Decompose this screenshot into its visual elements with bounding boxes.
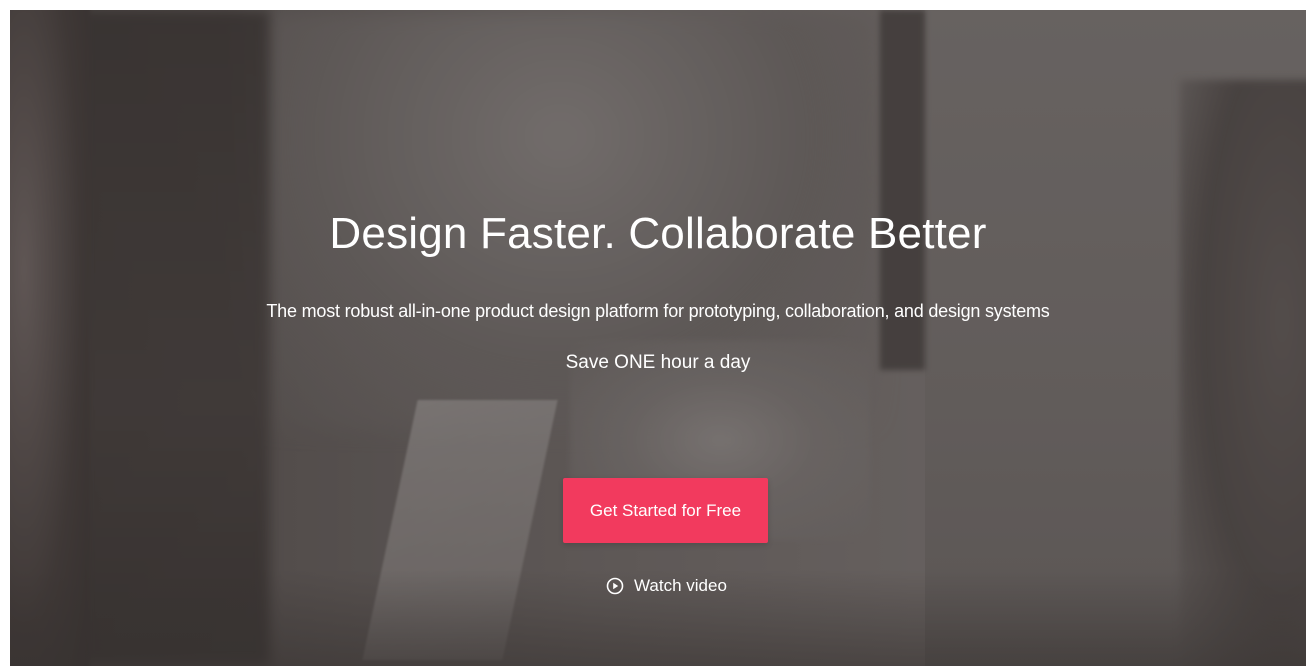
play-circle-icon xyxy=(606,577,624,595)
hero-section: Design Faster. Collaborate Better The mo… xyxy=(10,10,1306,666)
watch-video-link[interactable]: Watch video xyxy=(606,575,727,597)
hero-subtitle: The most robust all-in-one product desig… xyxy=(266,301,1050,321)
hero-tagline: Save ONE hour a day xyxy=(565,352,751,373)
get-started-button[interactable]: Get Started for Free xyxy=(563,478,768,543)
hero-headline: Design Faster. Collaborate Better xyxy=(329,209,987,258)
hero-content: Design Faster. Collaborate Better The mo… xyxy=(10,10,1306,666)
watch-video-label: Watch video xyxy=(634,576,727,595)
